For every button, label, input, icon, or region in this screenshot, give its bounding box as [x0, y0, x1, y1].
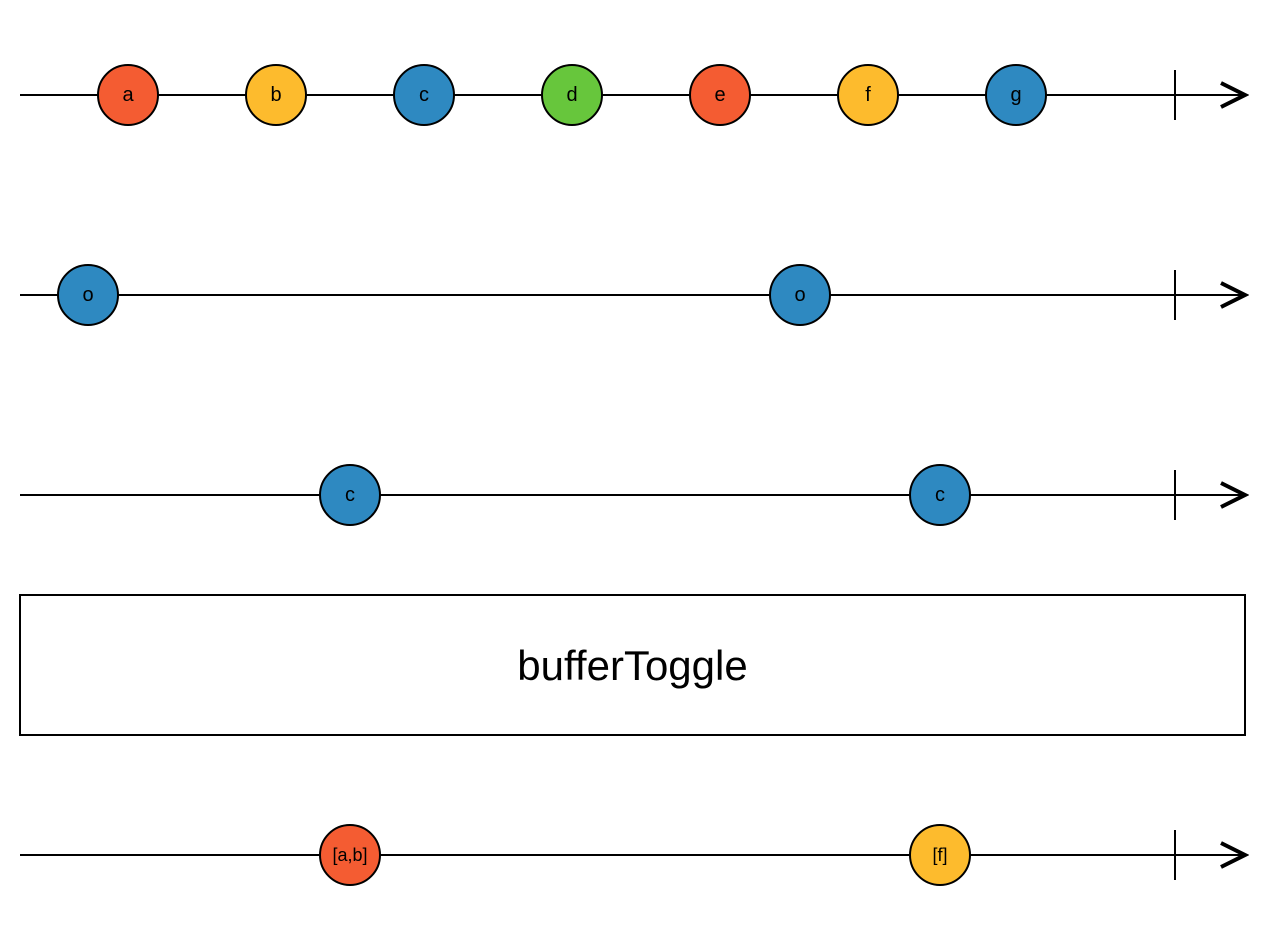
marble-label: c — [419, 84, 429, 106]
marble: a — [98, 65, 158, 125]
marble-label: a — [122, 84, 134, 106]
marble-label: c — [935, 484, 945, 506]
result-stream: [a,b] [f] — [20, 825, 1245, 885]
marble-diagram: abcdefg oo cc bufferToggle [a,b][f] — [0, 0, 1280, 940]
closing-stream: cc — [20, 465, 1245, 525]
opening-stream: oo — [20, 265, 1245, 325]
marble-label: d — [566, 84, 577, 106]
operator-label: bufferToggle — [517, 642, 747, 689]
marble: d — [542, 65, 602, 125]
marble: c — [394, 65, 454, 125]
marble-label: b — [270, 84, 281, 106]
marble: o — [770, 265, 830, 325]
marble: c — [910, 465, 970, 525]
source-stream: a b c d e f g — [20, 65, 1245, 125]
marble-label: c — [345, 484, 355, 506]
marble: o — [58, 265, 118, 325]
marble: [a,b] — [320, 825, 380, 885]
marble: e — [690, 65, 750, 125]
marble-label: [a,b] — [332, 845, 367, 865]
marble-label: o — [794, 284, 805, 306]
marble-label: o — [82, 284, 93, 306]
marble: [f] — [910, 825, 970, 885]
operator-box: bufferToggle — [20, 595, 1245, 735]
marble: f — [838, 65, 898, 125]
marble: g — [986, 65, 1046, 125]
marble-label: g — [1010, 84, 1021, 106]
marble-label: f — [865, 84, 871, 106]
marble-label: [f] — [932, 845, 947, 865]
marble: b — [246, 65, 306, 125]
marble-label: e — [714, 84, 725, 106]
marble: c — [320, 465, 380, 525]
